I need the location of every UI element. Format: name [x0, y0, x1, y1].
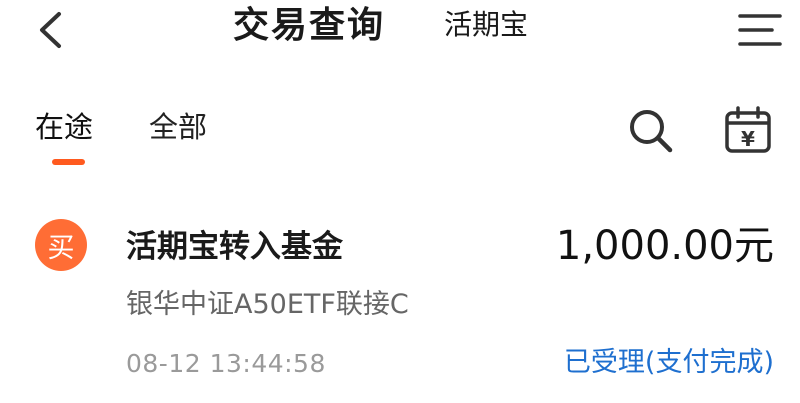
menu-icon — [738, 14, 782, 46]
transaction-time: 08-12 13:44:58 — [126, 349, 326, 378]
transaction-amount: 1,000.00元 — [555, 223, 774, 269]
page-subtitle: 活期宝 — [444, 8, 529, 41]
tab-in-transit[interactable]: 在途 — [35, 108, 93, 146]
tab-all[interactable]: 全部 — [149, 108, 207, 146]
calendar-button[interactable]: ¥ — [722, 104, 774, 156]
calendar-yuan-glyph: ¥ — [741, 127, 755, 151]
fund-name: 银华中证A50ETF联接C — [126, 289, 409, 320]
search-button[interactable] — [626, 106, 676, 156]
calendar-yuan-icon: ¥ — [725, 106, 771, 153]
menu-button[interactable] — [736, 10, 784, 50]
transaction-status: 已受理(支付完成) — [563, 347, 774, 378]
tab-bar: 在途 全部 ¥ — [0, 100, 800, 170]
top-nav-bar: 交易查询 活期宝 — [0, 0, 800, 58]
transaction-title: 活期宝转入基金 — [126, 229, 343, 265]
chevron-left-icon — [40, 12, 61, 48]
page-title: 交易查询 — [233, 5, 386, 46]
active-tab-indicator — [52, 159, 85, 165]
buy-badge: 买 — [35, 219, 87, 271]
search-icon — [630, 110, 673, 153]
back-button[interactable] — [30, 8, 70, 52]
transaction-record[interactable]: 买 活期宝转入基金 1,000.00元 银华中证A50ETF联接C 08-12 … — [0, 205, 800, 395]
